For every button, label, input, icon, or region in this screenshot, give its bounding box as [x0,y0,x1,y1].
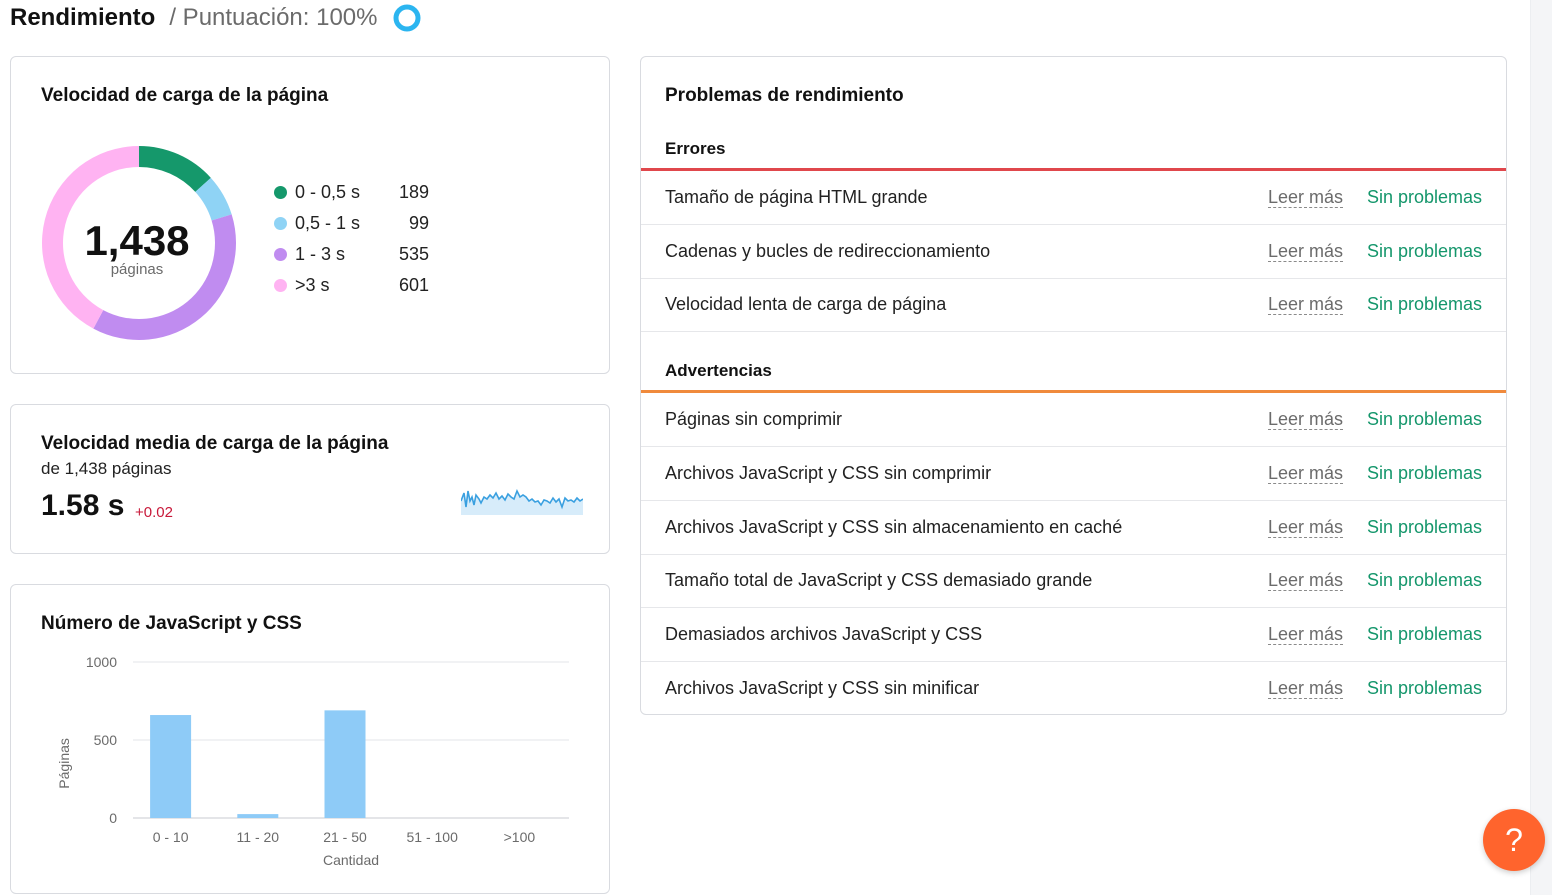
total-pages-value: 1,438 [84,217,190,264]
issue-status[interactable]: Sin problemas [1367,624,1482,645]
avg-speed-title: Velocidad media de carga de la página [41,433,389,454]
issue-name: Archivos JavaScript y CSS sin almacenami… [665,517,1123,537]
read-more-link[interactable]: Leer más [1268,409,1344,430]
errors-section-label: Errores [665,139,726,158]
issue-status[interactable]: Sin problemas [1367,241,1482,262]
x-tick-label: >100 [504,829,536,845]
legend-item[interactable]: 1 - 3 s 535 [274,239,429,270]
donut-slice[interactable] [139,146,211,192]
legend-label: 0 - 0,5 s [295,182,361,202]
avg-speed-delta: +0.02 [135,504,173,521]
legend-dot-icon [274,186,287,199]
legend-value: 601 [398,275,429,295]
legend-value: 535 [398,244,429,264]
load-speed-legend: 0 - 0,5 s 189 0,5 - 1 s 99 1 - 3 s 535 >… [274,177,429,301]
x-tick-label: 0 - 10 [153,829,189,845]
issue-status[interactable]: Sin problemas [1367,517,1482,538]
bar[interactable] [150,715,192,818]
y-tick-label: 1000 [86,654,117,670]
y-tick-label: 500 [94,732,118,748]
x-axis-label: Cantidad [323,852,379,868]
legend-value: 189 [398,182,429,202]
read-more-link[interactable]: Leer más [1268,463,1344,484]
issue-status[interactable]: Sin problemas [1367,678,1482,699]
y-axis-label: Páginas [56,738,72,789]
legend-dot-icon [274,279,287,292]
js-css-bar-chart: 1000 500 0 Páginas 0 - 10 11 - 20 21 - 50 51 - … [56,654,569,868]
score-ring-icon [393,4,420,32]
read-more-link[interactable]: Leer más [1268,624,1344,645]
issue-name: Páginas sin comprimir [665,409,843,429]
x-tick-label: 11 - 20 [237,829,280,845]
issue-row: Velocidad lenta de carga de página Leer … [641,278,1506,332]
legend-dot-icon [274,248,287,261]
issue-name: Archivos JavaScript y CSS sin comprimir [665,463,992,483]
legend-label: >3 s [295,275,330,295]
legend-dot-icon [274,217,287,230]
issue-status[interactable]: Sin problemas [1367,570,1482,591]
issue-name: Cadenas y bucles de redireccionamiento [665,241,991,261]
page-scrollbar[interactable] [1530,0,1552,895]
load-speed-title: Velocidad de carga de la página [41,85,329,106]
load-speed-card: Velocidad de carga de la página 1,438 pá… [10,56,610,374]
problems-card: Problemas de rendimiento Errores Tamaño … [640,56,1507,715]
avg-speed-subtitle: de 1,438 páginas [41,459,172,478]
help-icon: ? [1505,822,1523,858]
x-tick-label: 21 - 50 [323,829,367,845]
issue-status[interactable]: Sin problemas [1367,463,1482,484]
read-more-link[interactable]: Leer más [1268,678,1344,699]
issue-row: Cadenas y bucles de redireccionamiento L… [641,225,1506,279]
read-more-link[interactable]: Leer más [1268,570,1344,591]
issue-row: Demasiados archivos JavaScript y CSS Lee… [641,608,1506,662]
page-title: Rendimiento [10,4,156,31]
warnings-section-label: Advertencias [665,361,772,380]
issue-row: Tamaño total de JavaScript y CSS demasia… [641,554,1506,608]
bar[interactable] [324,710,366,818]
total-pages-label: páginas [110,261,164,278]
issue-row: Archivos JavaScript y CSS sin almacenami… [641,501,1506,555]
sparkline-area [461,491,583,515]
issue-status[interactable]: Sin problemas [1367,409,1482,430]
legend-value: 99 [408,213,429,233]
y-tick-label: 0 [109,810,117,826]
score-label: / Puntuación: 100% [169,4,378,31]
read-more-link[interactable]: Leer más [1268,294,1344,315]
legend-item[interactable]: 0,5 - 1 s 99 [274,208,429,239]
issue-name: Velocidad lenta de carga de página [665,294,947,314]
page-header: Rendimiento / Puntuación: 100% [10,2,422,34]
bar[interactable] [237,814,279,818]
issue-row: Tamaño de página HTML grande Leer más Si… [641,171,1506,225]
issue-name: Tamaño de página HTML grande [665,187,928,207]
problems-title: Problemas de rendimiento [665,85,904,106]
issue-status[interactable]: Sin problemas [1367,187,1482,208]
read-more-link[interactable]: Leer más [1268,187,1344,208]
issue-row: Archivos JavaScript y CSS sin comprimir … [641,447,1506,501]
issue-status[interactable]: Sin problemas [1367,294,1482,315]
read-more-link[interactable]: Leer más [1268,241,1344,262]
legend-label: 1 - 3 s [295,244,346,264]
legend-label: 0,5 - 1 s [295,213,361,233]
js-css-card: Número de JavaScript y CSS 1000 500 0 Págin… [10,584,610,894]
avg-speed-value: 1.58 s [41,489,125,522]
issue-row: Archivos JavaScript y CSS sin minificar … [641,661,1506,715]
avg-speed-sparkline[interactable] [461,483,583,515]
issue-row: Páginas sin comprimir Leer más Sin probl… [641,393,1506,447]
legend-item[interactable]: 0 - 0,5 s 189 [274,177,429,208]
issue-name: Archivos JavaScript y CSS sin minificar [665,677,980,698]
help-button[interactable]: ? [1483,809,1545,871]
issue-name: Tamaño total de JavaScript y CSS demasia… [665,570,1093,590]
issue-name: Demasiados archivos JavaScript y CSS [665,624,983,644]
legend-item[interactable]: >3 s 601 [274,270,429,301]
read-more-link[interactable]: Leer más [1268,517,1344,538]
x-tick-label: 51 - 100 [407,829,459,845]
avg-speed-card: Velocidad media de carga de la página de… [10,404,610,554]
